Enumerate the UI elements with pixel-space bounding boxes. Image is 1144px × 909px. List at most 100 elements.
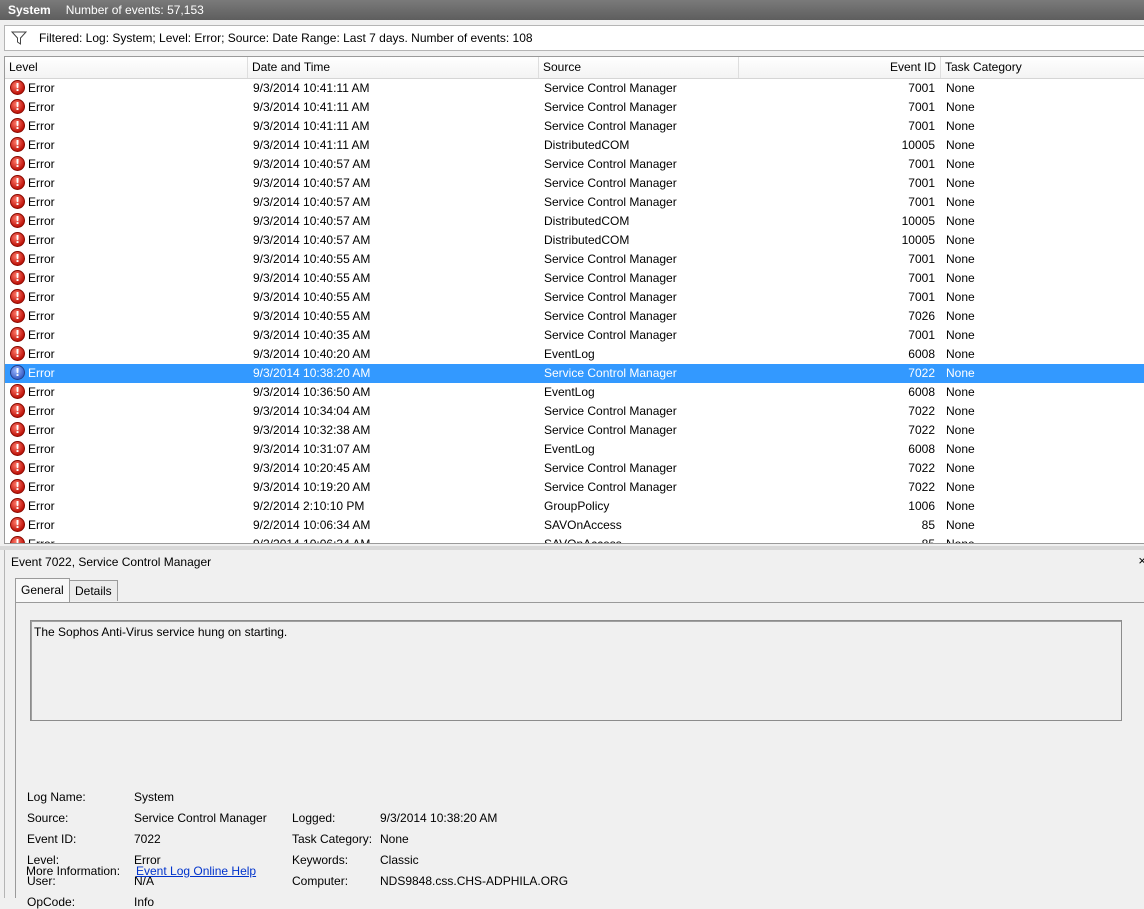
table-row[interactable]: ! Error 9/3/2014 10:40:20 AM EventLog 6008 No… xyxy=(5,345,1144,364)
value-computer: NDS9848.css.CHS-ADPHILA.ORG xyxy=(380,874,569,888)
table-row[interactable]: ! Error 9/3/2014 10:36:50 AM EventLog 6008 No… xyxy=(5,383,1144,402)
cell-date: 9/3/2014 10:41:11 AM xyxy=(253,138,370,152)
value-source: Service Control Manager xyxy=(134,811,267,825)
column-header-category[interactable]: Task Category xyxy=(941,57,1144,78)
cell-event-id: 7001 xyxy=(908,157,935,171)
error-icon: ! xyxy=(10,137,25,152)
panel-header: System Number of events: 57,153 xyxy=(0,0,1144,20)
table-row[interactable]: ! Error 9/3/2014 10:31:07 AM EventLog 6008 No… xyxy=(5,440,1144,459)
cell-level: Error xyxy=(28,518,55,532)
column-header-event-id[interactable]: Event ID xyxy=(739,57,941,78)
column-header-level[interactable]: Level xyxy=(5,57,248,78)
cell-date: 9/3/2014 10:40:55 AM xyxy=(253,271,371,285)
table-row[interactable]: ! Error 9/3/2014 10:19:20 AM Service Contro… xyxy=(5,478,1144,497)
table-row[interactable]: ! Error 9/3/2014 10:40:55 AM Service Contro… xyxy=(5,288,1144,307)
detail-title: Event 7022, Service Control Manager xyxy=(11,555,212,569)
error-icon: ! xyxy=(10,251,25,266)
table-row[interactable]: ! Error 9/2/2014 10:06:34 AM SAVOnAccess 85 N… xyxy=(5,516,1144,535)
table-row[interactable]: ! Error 9/3/2014 10:40:57 AM DistributedCOM… xyxy=(5,231,1144,250)
table-row[interactable]: ! Error 9/3/2014 10:40:35 AM Service Contro… xyxy=(5,326,1144,345)
cell-category: None xyxy=(946,442,975,456)
event-description[interactable]: The Sophos Anti-Virus service hung on st… xyxy=(30,620,1122,721)
cell-level: Error xyxy=(28,328,55,342)
cell-date: 9/3/2014 10:41:11 AM xyxy=(253,81,370,95)
cell-source: Service Control Manager xyxy=(544,271,677,285)
column-header-source[interactable]: Source xyxy=(539,57,739,78)
error-icon: ! xyxy=(10,156,25,171)
cell-source: Service Control Manager xyxy=(544,480,677,494)
event-count: Number of events: 57,153 xyxy=(65,3,204,17)
cell-level: Error xyxy=(28,252,55,266)
table-row[interactable]: ! Error 9/3/2014 10:40:55 AM Service Contro… xyxy=(5,307,1144,326)
cell-category: None xyxy=(946,214,975,228)
table-row[interactable]: ! Error 9/3/2014 10:40:55 AM Service Contro… xyxy=(5,250,1144,269)
cell-event-id: 7001 xyxy=(908,290,935,304)
table-row[interactable]: ! Error 9/3/2014 10:40:57 AM DistributedCOM… xyxy=(5,212,1144,231)
label-keywords: Keywords: xyxy=(292,853,349,867)
cell-event-id: 6008 xyxy=(908,442,935,456)
table-row[interactable]: ! Error 9/3/2014 10:41:11 AM Service Contro… xyxy=(5,117,1144,136)
cell-level: Error xyxy=(28,176,55,190)
table-row[interactable]: ! Error 9/3/2014 10:40:55 AM Service Contro… xyxy=(5,269,1144,288)
cell-source: Service Control Manager xyxy=(544,176,677,190)
table-row[interactable]: ! Error 9/2/2014 2:10:10 PM GroupPolicy 1006… xyxy=(5,497,1144,516)
cell-event-id: 6008 xyxy=(908,385,935,399)
log-title: System xyxy=(8,3,51,17)
cell-event-id: 7001 xyxy=(908,195,935,209)
cell-date: 9/3/2014 10:40:55 AM xyxy=(253,309,371,323)
cell-source: Service Control Manager xyxy=(544,100,677,114)
label-logged: Logged: xyxy=(292,811,336,825)
error-icon: ! xyxy=(10,175,25,190)
error-icon: ! xyxy=(10,384,25,399)
table-row[interactable]: ! Error 9/3/2014 10:41:11 AM DistributedCOM… xyxy=(5,136,1144,155)
table-row[interactable]: ! Error 9/2/2014 10:06:34 AM SAVOnAccess 85 N… xyxy=(5,535,1144,544)
value-task-category: None xyxy=(380,832,409,846)
cell-source: Service Control Manager xyxy=(544,366,677,380)
table-row[interactable]: ! Error 9/3/2014 10:40:57 AM Service Contro… xyxy=(5,174,1144,193)
cell-event-id: 7022 xyxy=(908,480,935,494)
table-row[interactable]: ! Error 9/3/2014 10:20:45 AM Service Contro… xyxy=(5,459,1144,478)
cell-source: Service Control Manager xyxy=(544,195,677,209)
cell-date: 9/3/2014 10:40:57 AM xyxy=(253,214,371,228)
cell-level: Error xyxy=(28,100,55,114)
error-icon: ! xyxy=(10,346,25,361)
column-header-date[interactable]: Date and Time xyxy=(248,57,539,78)
cell-level: Error xyxy=(28,214,55,228)
tab-general[interactable]: General xyxy=(15,578,70,602)
cell-source: Service Control Manager xyxy=(544,404,677,418)
table-row[interactable]: ! Error 9/3/2014 10:34:04 AM Service Contro… xyxy=(5,402,1144,421)
table-row[interactable]: ! Error 9/3/2014 10:32:38 AM Service Contro… xyxy=(5,421,1144,440)
tab-details[interactable]: Details xyxy=(69,580,118,601)
cell-category: None xyxy=(946,309,975,323)
event-log-help-link[interactable]: Event Log Online Help xyxy=(136,864,256,878)
cell-event-id: 6008 xyxy=(908,347,935,361)
cell-source: Service Control Manager xyxy=(544,309,677,323)
cell-category: None xyxy=(946,518,975,532)
cell-source: EventLog xyxy=(544,385,595,399)
label-source: Source: xyxy=(27,811,69,825)
cell-date: 9/3/2014 10:38:20 AM xyxy=(253,366,371,380)
cell-level: Error xyxy=(28,157,55,171)
cell-source: Service Control Manager xyxy=(544,119,677,133)
cell-event-id: 7001 xyxy=(908,328,935,342)
error-icon: ! xyxy=(10,270,25,285)
close-icon[interactable]: × xyxy=(1138,553,1144,568)
table-row[interactable]: ! Error 9/3/2014 10:38:20 AM Service Contro… xyxy=(5,364,1144,383)
cell-event-id: 7001 xyxy=(908,81,935,95)
table-row[interactable]: ! Error 9/3/2014 10:40:57 AM Service Contro… xyxy=(5,193,1144,212)
events-grid: Level Date and Time Source Event ID Task… xyxy=(4,56,1144,544)
filter-bar: Filtered: Log: System; Level: Error; Sou… xyxy=(4,25,1144,51)
cell-source: Service Control Manager xyxy=(544,81,677,95)
grid-body: ! Error 9/3/2014 10:41:11 AM Service Contro… xyxy=(5,79,1144,544)
table-row[interactable]: ! Error 9/3/2014 10:40:57 AM Service Contro… xyxy=(5,155,1144,174)
cell-category: None xyxy=(946,461,975,475)
cell-date: 9/3/2014 10:40:35 AM xyxy=(253,328,371,342)
cell-category: None xyxy=(946,537,975,544)
error-icon: ! xyxy=(10,479,25,494)
table-row[interactable]: ! Error 9/3/2014 10:41:11 AM Service Contro… xyxy=(5,98,1144,117)
cell-level: Error xyxy=(28,537,55,544)
label-opcode: OpCode: xyxy=(27,895,76,909)
cell-level: Error xyxy=(28,271,55,285)
table-row[interactable]: ! Error 9/3/2014 10:41:11 AM Service Contro… xyxy=(5,79,1144,98)
label-task-category: Task Category: xyxy=(292,832,373,846)
